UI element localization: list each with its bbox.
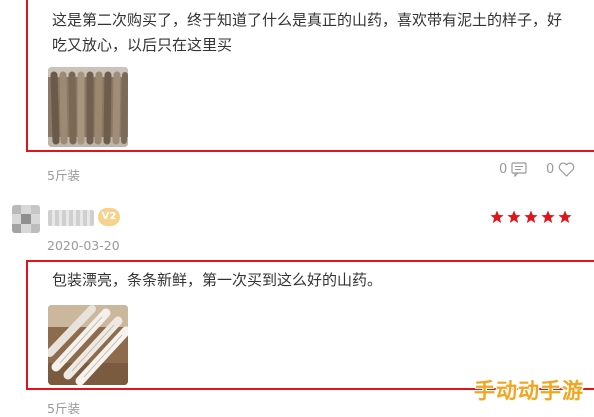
heart-icon [558,162,575,177]
like-button[interactable]: 0 [546,162,575,177]
comment-count: 0 [499,162,508,177]
comment-icon [511,162,527,177]
username[interactable]: 用户 [48,210,94,226]
vip-badge: V2 [98,208,120,226]
avatar-icon [12,205,40,233]
review-1-text: 这是第二次购买了，终于知道了什么是真正的山药，喜欢带有泥土的样子，好吃又放心，以… [52,11,563,54]
yam-photo-icon [48,67,128,147]
star-icon [541,210,555,223]
avatar[interactable] [12,205,40,233]
review-2-date: 2020-03-20 [47,238,120,253]
packaged-yam-photo-icon [48,305,128,385]
star-icon [558,210,572,223]
like-count: 0 [546,162,555,177]
rating-stars [490,210,572,224]
comment-button[interactable]: 0 [499,162,527,177]
review-2-text: 包装漂亮，条条新鲜，第一次买到这么好的山药。 [52,271,383,289]
review-1-highlight: 这是第二次购买了，终于知道了什么是真正的山药，喜欢带有泥土的样子，好吃又放心，以… [26,0,594,152]
review-2-photo[interactable] [48,305,128,385]
star-icon [490,210,504,223]
review-2-highlight: 包装漂亮，条条新鲜，第一次买到这么好的山药。 [26,260,594,390]
watermark: 手动动手游 [474,379,584,403]
star-icon [524,210,538,223]
star-icon [507,210,521,223]
review-1-spec: 5斤装 [47,168,80,183]
review-1-photo[interactable] [48,67,128,147]
